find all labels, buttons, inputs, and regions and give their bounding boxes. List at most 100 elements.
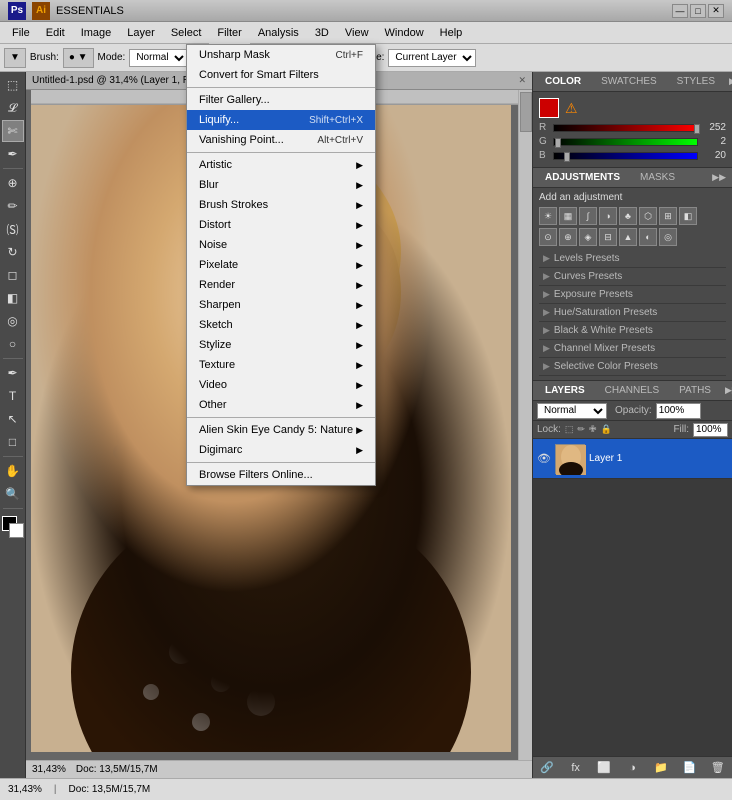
menu-filter[interactable]: Filter	[209, 22, 249, 44]
adj-vibrance-btn[interactable]: ♣	[619, 207, 637, 225]
preset-curves[interactable]: ▶ Curves Presets	[539, 268, 726, 286]
layer-adjustment-btn[interactable]: ◑	[623, 760, 641, 776]
filter-gallery[interactable]: Filter Gallery...	[187, 90, 375, 110]
menu-edit[interactable]: Edit	[38, 22, 73, 44]
adj-color-balance-btn[interactable]: ⊞	[659, 207, 677, 225]
tool-lasso[interactable]: 𝓛	[2, 97, 24, 119]
menu-select[interactable]: Select	[163, 22, 210, 44]
filter-liquify[interactable]: Liquify... Shift+Ctrl+X	[187, 110, 375, 130]
adj-posterize-btn[interactable]: ⊟	[599, 228, 617, 246]
adj-exposure-btn[interactable]: ◑	[599, 207, 617, 225]
layer-delete-btn[interactable]: 🗑	[709, 760, 727, 776]
filter-brush-strokes[interactable]: Brush Strokes ▶	[187, 195, 375, 215]
tool-rectangle-marquee[interactable]: ⬚	[2, 74, 24, 96]
opacity-input[interactable]	[656, 403, 701, 419]
menu-image[interactable]: Image	[73, 22, 120, 44]
close-button[interactable]: ✕	[708, 4, 724, 18]
lock-paint-icon[interactable]: ✏	[577, 424, 585, 435]
color-tab[interactable]: COLOR	[539, 74, 587, 89]
preset-hue[interactable]: ▶ Hue/Saturation Presets	[539, 304, 726, 322]
menu-analysis[interactable]: Analysis	[250, 22, 307, 44]
tool-spot-healing[interactable]: ⊕	[2, 172, 24, 194]
swatches-tab[interactable]: SWATCHES	[595, 74, 663, 89]
menu-layer[interactable]: Layer	[119, 22, 163, 44]
g-slider-track[interactable]	[553, 138, 698, 146]
lock-transparency-icon[interactable]: ⬚	[565, 424, 574, 435]
color-swatch-fg[interactable]	[539, 98, 559, 118]
layer-new-btn[interactable]: 📄	[680, 760, 698, 776]
preset-levels[interactable]: ▶ Levels Presets	[539, 250, 726, 268]
menu-help[interactable]: Help	[432, 22, 471, 44]
tool-dodge[interactable]: ○	[2, 333, 24, 355]
tool-brush[interactable]: ✏	[2, 195, 24, 217]
brush-selector[interactable]: ● ▼	[63, 48, 94, 68]
adj-bw-btn[interactable]: ◧	[679, 207, 697, 225]
paths-tab[interactable]: PATHS	[673, 383, 717, 398]
adj-invert-btn[interactable]: ◈	[579, 228, 597, 246]
layer-style-btn[interactable]: fx	[567, 760, 585, 776]
fill-input[interactable]	[693, 423, 728, 437]
layers-tab[interactable]: LAYERS	[539, 383, 591, 398]
adj-brightness-btn[interactable]: ☀	[539, 207, 557, 225]
filter-texture[interactable]: Texture ▶	[187, 355, 375, 375]
adj-photo-filter-btn[interactable]: ⊙	[539, 228, 557, 246]
layers-expand-icon[interactable]: ▶▶	[725, 385, 732, 396]
masks-tab[interactable]: MASKS	[634, 170, 681, 185]
tool-path-selection[interactable]: ↖	[2, 408, 24, 430]
lock-move-icon[interactable]: ✙	[589, 424, 597, 435]
preset-selective-color[interactable]: ▶ Selective Color Presets	[539, 358, 726, 376]
adj-threshold-btn[interactable]: ▲	[619, 228, 637, 246]
tool-preset-btn[interactable]: ▼	[4, 48, 26, 68]
layer-group-btn[interactable]: 📁	[652, 760, 670, 776]
filter-distort[interactable]: Distort ▶	[187, 215, 375, 235]
filter-sharpen[interactable]: Sharpen ▶	[187, 295, 375, 315]
styles-tab[interactable]: STYLES	[671, 74, 721, 89]
adj-gradient-map-btn[interactable]: ◐	[639, 228, 657, 246]
sample-select[interactable]: Current Layer	[388, 49, 476, 67]
tool-gradient[interactable]: ◧	[2, 287, 24, 309]
tool-eyedropper[interactable]: ✒	[2, 143, 24, 165]
filter-video[interactable]: Video ▶	[187, 375, 375, 395]
tool-eraser[interactable]: ◻	[2, 264, 24, 286]
filter-noise[interactable]: Noise ▶	[187, 235, 375, 255]
preset-exposure[interactable]: ▶ Exposure Presets	[539, 286, 726, 304]
adj-selective-color-btn[interactable]: ◎	[659, 228, 677, 246]
filter-blur[interactable]: Blur ▶	[187, 175, 375, 195]
b-slider-track[interactable]	[553, 152, 698, 160]
adj-curves-btn[interactable]: ∫	[579, 207, 597, 225]
layer-visibility-icon[interactable]: 👁	[537, 452, 551, 466]
tool-pen[interactable]: ✒	[2, 362, 24, 384]
tool-history-brush[interactable]: ↻	[2, 241, 24, 263]
filter-vanishing-point[interactable]: Vanishing Point... Alt+Ctrl+V	[187, 130, 375, 150]
mode-select[interactable]: Normal	[129, 49, 188, 67]
adjustments-tab[interactable]: ADJUSTMENTS	[539, 170, 626, 185]
filter-unsharp[interactable]: Unsharp Mask Ctrl+F	[187, 45, 375, 65]
adj-hue-btn[interactable]: ⬡	[639, 207, 657, 225]
filter-sketch[interactable]: Sketch ▶	[187, 315, 375, 335]
filter-stylize[interactable]: Stylize ▶	[187, 335, 375, 355]
channels-tab[interactable]: CHANNELS	[599, 383, 665, 398]
layer-mask-btn[interactable]: ⬜	[595, 760, 613, 776]
title-bar-controls[interactable]: — □ ✕	[672, 4, 724, 18]
tool-zoom[interactable]: 🔍	[2, 483, 24, 505]
canvas-close-btn[interactable]: ✕	[518, 75, 526, 86]
layer-item-1[interactable]: 👁 Layer 1	[533, 439, 732, 479]
filter-pixelate[interactable]: Pixelate ▶	[187, 255, 375, 275]
layer-link-btn[interactable]: 🔗	[538, 760, 556, 776]
menu-view[interactable]: View	[337, 22, 377, 44]
tool-hand[interactable]: ✋	[2, 460, 24, 482]
minimize-button[interactable]: —	[672, 4, 688, 18]
blend-mode-select[interactable]: Normal	[537, 403, 607, 419]
menu-file[interactable]: File	[4, 22, 38, 44]
tool-blur[interactable]: ◎	[2, 310, 24, 332]
filter-other[interactable]: Other ▶	[187, 395, 375, 415]
menu-3d[interactable]: 3D	[307, 22, 337, 44]
tool-shape[interactable]: □	[2, 431, 24, 453]
adj-channel-mixer-btn[interactable]: ⊕	[559, 228, 577, 246]
filter-browse-online[interactable]: Browse Filters Online...	[187, 465, 375, 485]
menu-window[interactable]: Window	[377, 22, 432, 44]
filter-alien-skin[interactable]: Alien Skin Eye Candy 5: Nature ▶	[187, 420, 375, 440]
background-color[interactable]	[9, 523, 24, 538]
tool-type[interactable]: T	[2, 385, 24, 407]
canvas-scroll-v[interactable]	[518, 90, 532, 764]
